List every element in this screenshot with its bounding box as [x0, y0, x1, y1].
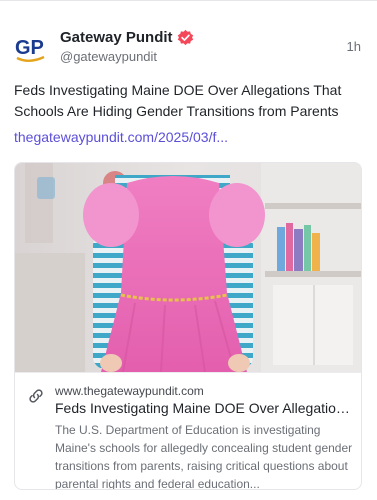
post-time[interactable]: 1h [347, 39, 361, 54]
preview-meta: www.thegatewaypundit.com Feds Investigat… [15, 372, 361, 490]
verified-badge-icon [177, 29, 193, 45]
post-card: GP Gateway Pundit @gatewaypundit 1h Feds… [0, 0, 377, 500]
link-icon [29, 389, 43, 403]
preview-domain: www.thegatewaypundit.com [55, 384, 204, 398]
preview-description: The U.S. Department of Education is inve… [55, 423, 353, 490]
link-preview-card[interactable]: www.thegatewaypundit.com Feds Investigat… [14, 162, 362, 490]
author-handle[interactable]: @gatewaypundit [60, 49, 194, 64]
post-link[interactable]: thegatewaypundit.com/2025/03/f... [14, 129, 228, 145]
post-text: Feds Investigating Maine DOE Over Allega… [14, 82, 342, 119]
preview-image [15, 163, 361, 372]
avatar[interactable]: GP [14, 31, 48, 65]
avatar-text: GP [15, 37, 44, 59]
post-header: GP Gateway Pundit @gatewaypundit 1h [14, 27, 363, 71]
preview-title[interactable]: Feds Investigating Maine DOE Over Allega… [55, 400, 355, 416]
author-info: Gateway Pundit @gatewaypundit [60, 27, 194, 64]
author-name[interactable]: Gateway Pundit [60, 29, 173, 46]
